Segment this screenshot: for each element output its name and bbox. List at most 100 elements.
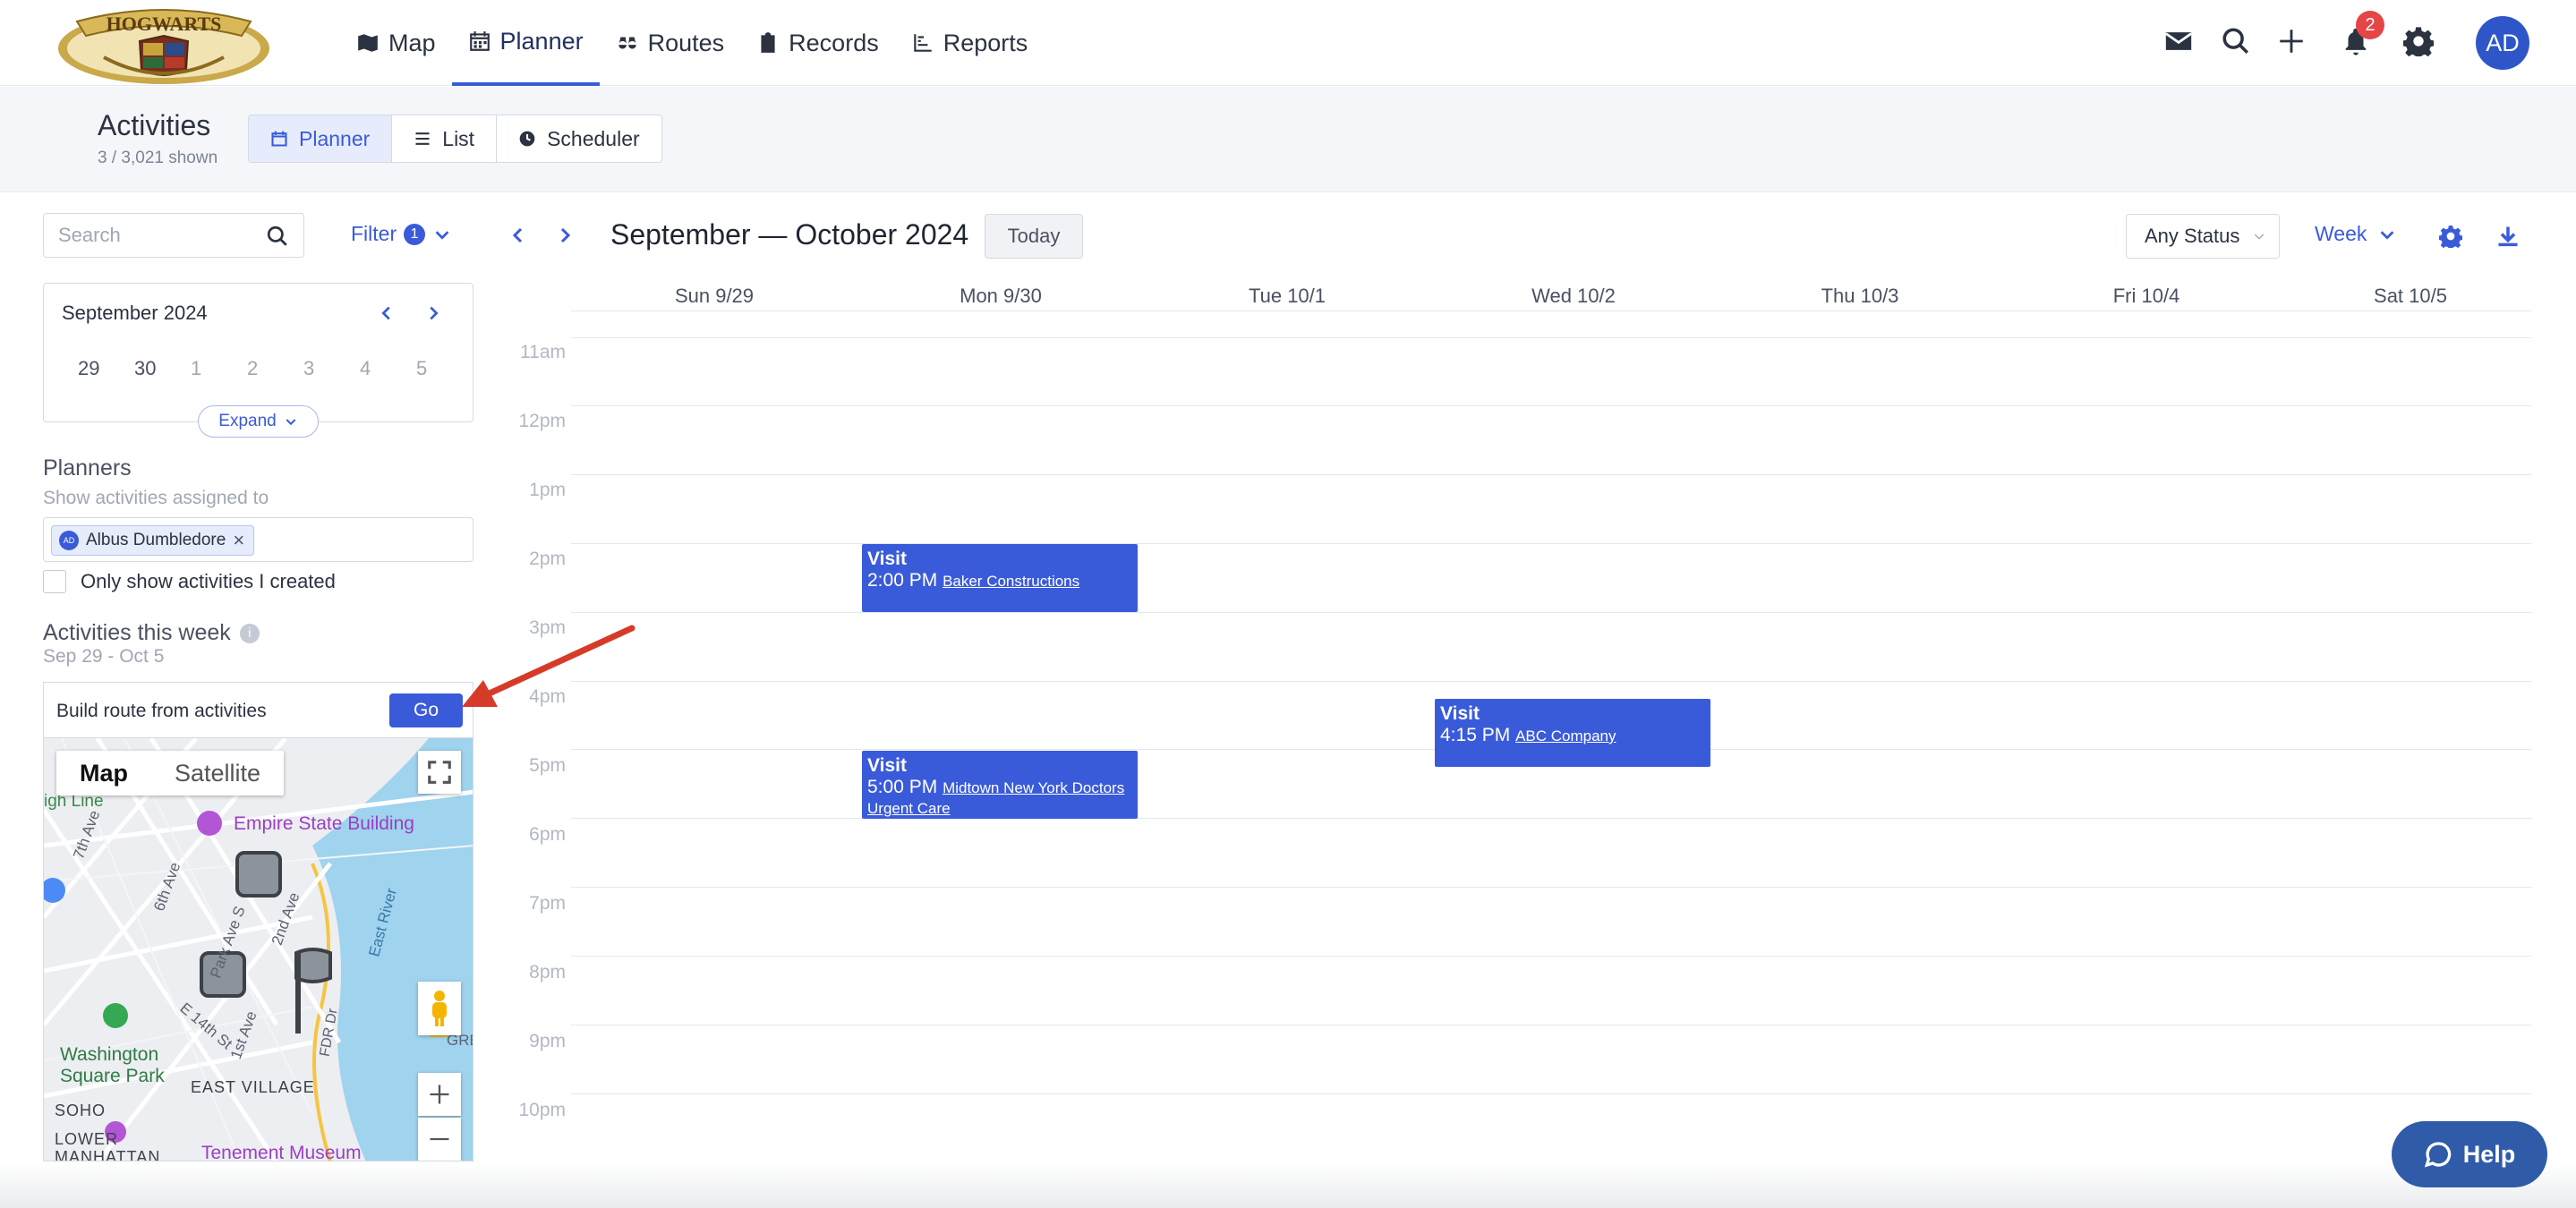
day-header: Sun 9/29 <box>674 285 755 307</box>
hour-label: 2pm <box>529 549 566 569</box>
envelope-icon <box>2165 32 2192 50</box>
mail-button[interactable] <box>2161 23 2196 59</box>
view-mode-value: Week <box>2315 222 2367 245</box>
nav-records[interactable]: Records <box>740 0 895 86</box>
download-icon <box>2498 226 2518 247</box>
day-header: Wed 10/2 <box>1531 285 1616 307</box>
page-title: Activities <box>98 109 211 141</box>
view-planner-label: Planner <box>299 126 371 150</box>
calendar-event[interactable]: Visit 2:00 PM Baker Constructions <box>862 544 1138 612</box>
view-list-label: List <box>442 126 475 150</box>
status-filter-select[interactable]: Any Status <box>2126 214 2280 259</box>
mini-day[interactable]: 30 <box>134 357 191 380</box>
planner-select[interactable]: AD Albus Dumbledore × <box>43 517 473 562</box>
planner-name: Albus Dumbledore <box>86 531 226 549</box>
only-mine-label: Only show activities I created <box>81 570 336 592</box>
mini-day[interactable]: 3 <box>303 357 360 380</box>
filter-button[interactable]: Filter 1 <box>351 222 452 246</box>
calendar-event[interactable]: Visit 5:00 PM Midtown New York Doctors U… <box>862 751 1138 819</box>
gear-icon <box>2403 27 2434 56</box>
mini-day[interactable]: 5 <box>416 357 473 380</box>
calendar-day-headers: Sun 9/29 Mon 9/30 Tue 10/1 Wed 10/2 Thu … <box>571 283 2531 311</box>
view-list-button[interactable]: List <box>392 115 498 162</box>
mini-day[interactable]: 4 <box>360 357 416 380</box>
mini-calendar-prev[interactable] <box>373 300 400 327</box>
binoculars-icon <box>618 37 636 49</box>
mini-day[interactable]: 1 <box>191 357 247 380</box>
info-icon[interactable]: i <box>239 623 260 643</box>
view-scheduler-button[interactable]: Scheduler <box>497 115 661 162</box>
week-activities-heading: Activities this week i <box>43 620 260 646</box>
nav-records-label: Records <box>789 29 879 56</box>
hour-label: 12pm <box>518 411 566 431</box>
hour-label: 11am <box>520 342 566 362</box>
nav-routes-label: Routes <box>647 29 725 56</box>
map-type-toggle: Map Satellite <box>56 751 285 795</box>
hogwarts-logo[interactable]: HOGWARTS <box>50 4 277 86</box>
calendar-next-button[interactable] <box>551 222 578 249</box>
calendar-icon <box>469 31 490 51</box>
clipboard-icon <box>761 32 775 53</box>
map-type-map[interactable]: Map <box>56 751 151 795</box>
nav-routes[interactable]: Routes <box>600 0 741 86</box>
view-scheduler-label: Scheduler <box>547 126 640 150</box>
hour-label: 6pm <box>529 824 566 845</box>
building-marker-icon <box>235 851 282 897</box>
today-button[interactable]: Today <box>985 214 1083 259</box>
nav-planner[interactable]: Planner <box>451 0 600 86</box>
search-input[interactable] <box>44 214 250 257</box>
mini-day[interactable]: 29 <box>78 357 134 380</box>
hour-label: 10pm <box>518 1100 566 1120</box>
minus-icon <box>430 1137 449 1141</box>
chevron-down-icon <box>2381 230 2394 240</box>
nav-map-label: Map <box>388 29 436 56</box>
flag-marker-icon <box>294 948 332 983</box>
day-header: Sat 10/5 <box>2374 285 2447 307</box>
only-mine-checkbox[interactable] <box>43 570 66 593</box>
map-canvas <box>44 738 473 1161</box>
hour-line <box>571 681 2531 682</box>
chevron-down-icon <box>435 230 449 240</box>
build-route-label: Build route from activities <box>56 701 267 721</box>
zoom-out-button[interactable] <box>418 1118 461 1161</box>
street-view-button[interactable] <box>418 982 461 1035</box>
search-button[interactable] <box>2218 23 2254 59</box>
nav-map[interactable]: Map <box>340 0 452 86</box>
results-count: 3 / 3,021 shown <box>98 149 218 167</box>
nav-reports[interactable]: Reports <box>895 0 1045 86</box>
map-type-satellite[interactable]: Satellite <box>151 751 284 795</box>
view-planner-button[interactable]: Planner <box>249 115 393 162</box>
week-activities-label: Activities this week <box>43 620 231 645</box>
hour-label: 7pm <box>529 893 566 914</box>
remove-planner-icon[interactable]: × <box>233 529 244 552</box>
day-header: Mon 9/30 <box>960 285 1042 307</box>
list-icon <box>415 132 430 145</box>
mini-calendar-next[interactable] <box>420 300 447 327</box>
chevron-left-icon <box>381 306 390 320</box>
calendar-settings-button[interactable] <box>2436 222 2465 251</box>
calendar-prev-button[interactable] <box>505 222 532 249</box>
planners-heading: Planners <box>43 455 132 481</box>
calendar-event[interactable]: Visit 4:15 PM ABC Company <box>1435 699 1710 767</box>
mini-day[interactable]: 2 <box>247 357 303 380</box>
event-company-link[interactable]: ABC Company <box>1515 727 1616 744</box>
add-button[interactable] <box>2273 23 2309 59</box>
event-company-link[interactable]: Baker Constructions <box>943 573 1079 590</box>
user-avatar[interactable]: AD <box>2476 16 2529 70</box>
fullscreen-button[interactable] <box>418 751 461 794</box>
notification-badge: 2 <box>2356 11 2384 39</box>
search-icon <box>2222 28 2249 55</box>
expand-calendar-button[interactable]: Expand <box>198 405 319 438</box>
help-button[interactable]: Help <box>2392 1121 2547 1187</box>
view-mode-select[interactable]: Week <box>2315 222 2397 246</box>
planner-chip: AD Albus Dumbledore × <box>51 525 255 556</box>
activities-map[interactable]: Map Satellite Empire State Building Wash… <box>43 737 473 1161</box>
settings-button[interactable] <box>2401 23 2436 59</box>
help-label: Help <box>2462 1140 2516 1168</box>
event-time: 4:15 PM <box>1440 725 1511 745</box>
calendar-icon <box>271 131 287 147</box>
map-label: SOHO <box>55 1102 107 1119</box>
zoom-in-button[interactable] <box>418 1073 461 1116</box>
download-button[interactable] <box>2494 222 2522 251</box>
clock-icon <box>519 131 535 147</box>
